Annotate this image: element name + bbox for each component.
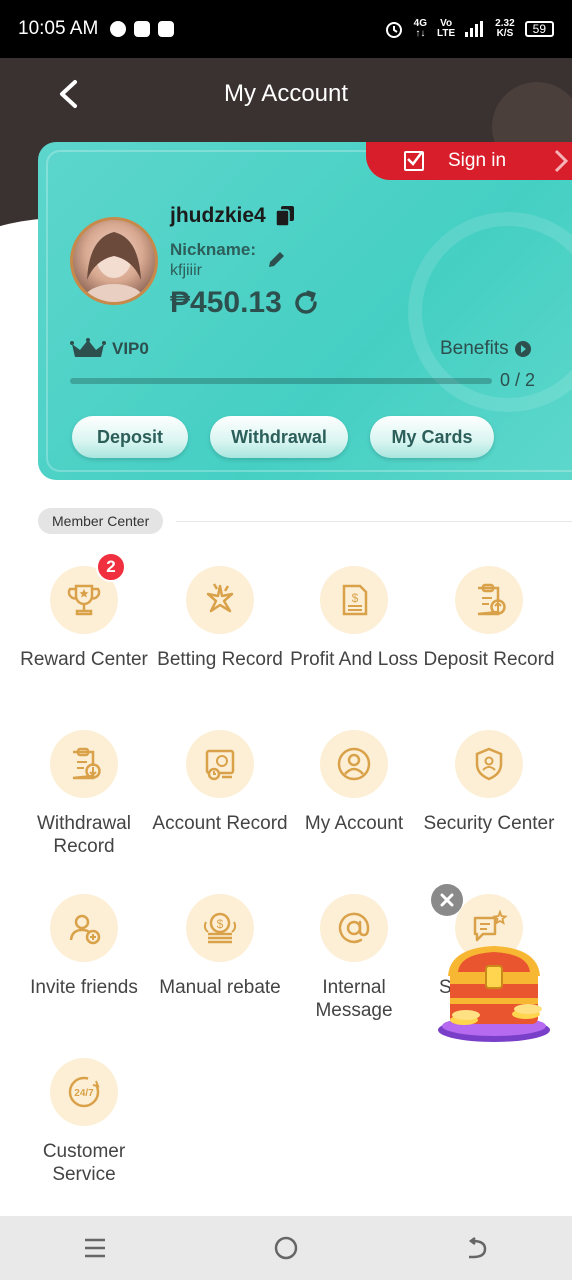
home-circle-icon bbox=[274, 1236, 298, 1260]
vip-label: VIP0 bbox=[112, 339, 149, 358]
menu-item-label: Internal Message bbox=[315, 977, 393, 1021]
menu-item-label: Customer Service bbox=[42, 1141, 126, 1185]
refresh-icon[interactable] bbox=[292, 289, 320, 317]
arrow-circle-right-icon bbox=[514, 341, 531, 357]
benefits-link[interactable]: Benefits bbox=[440, 338, 531, 360]
my-cards-button[interactable]: My Cards bbox=[370, 416, 494, 458]
network-4g: 4G ↑↓ bbox=[413, 18, 428, 39]
menu-item-reward-center[interactable]: 2 Reward Center bbox=[16, 552, 152, 671]
account-record-icon bbox=[186, 730, 254, 798]
menu-item-customer-service[interactable]: 24/7 Customer Service bbox=[16, 1058, 152, 1186]
menu-icon bbox=[85, 1238, 106, 1258]
nickname-value: kfjiiir bbox=[170, 262, 202, 279]
vip-progress-text: 0 / 2 bbox=[500, 370, 536, 390]
menu-button[interactable] bbox=[75, 1228, 115, 1268]
network-speed: 2.32 K/S bbox=[495, 18, 515, 39]
chevron-right-icon bbox=[554, 149, 568, 173]
menu-item-label: Withdrawal Record bbox=[37, 813, 131, 857]
menu-item-security-center[interactable]: Security Center bbox=[421, 730, 557, 835]
svg-text:$: $ bbox=[217, 917, 224, 931]
withdraw-clipboard-icon bbox=[50, 730, 118, 798]
username-text: jhudzkie4 bbox=[170, 204, 266, 227]
menu-item-label: Profit And Loss bbox=[290, 649, 418, 670]
status-time: 10:05 AM bbox=[18, 18, 99, 39]
app-icon bbox=[134, 21, 151, 37]
menu-item-invite-friends[interactable]: Invite friends bbox=[16, 894, 152, 999]
deposit-button[interactable]: Deposit bbox=[72, 416, 188, 458]
gallery-icon bbox=[158, 21, 175, 37]
menu-item-withdrawal-record[interactable]: Withdrawal Record bbox=[16, 730, 152, 858]
copy-icon[interactable] bbox=[275, 206, 294, 226]
menu-item-label: Betting Record bbox=[157, 649, 283, 670]
at-sign-icon bbox=[320, 894, 388, 962]
close-icon bbox=[440, 893, 454, 907]
nickname-label: Nickname: bbox=[170, 240, 256, 259]
treasure-chest-promo[interactable] bbox=[436, 940, 552, 1044]
deposit-clipboard-icon bbox=[455, 566, 523, 634]
member-center-divider bbox=[176, 521, 572, 522]
menu-item-profit-and-loss[interactable]: $ Profit And Loss bbox=[286, 566, 422, 671]
svg-text:24/7: 24/7 bbox=[74, 1088, 94, 1099]
menu-item-manual-rebate[interactable]: $ Manual rebate bbox=[152, 894, 288, 999]
menu-item-deposit-record[interactable]: Deposit Record bbox=[421, 566, 557, 671]
balance-value: ₱450.13 bbox=[170, 286, 282, 319]
sign-in-button[interactable]: Sign in bbox=[366, 142, 572, 180]
betting-icon bbox=[186, 566, 254, 634]
signal-icon bbox=[465, 21, 484, 37]
status-bar: 10:05 AM 4G ↑↓ Vo LTE 2.32 K/S 59 bbox=[0, 0, 572, 58]
menu-item-internal-message[interactable]: Internal Message bbox=[286, 894, 422, 1022]
treasure-chest-icon bbox=[438, 946, 550, 1042]
svg-text:$: $ bbox=[352, 591, 359, 605]
coins-icon: $ bbox=[186, 894, 254, 962]
messenger-icon bbox=[110, 21, 127, 37]
edit-pencil-icon[interactable] bbox=[266, 250, 286, 270]
invite-user-icon bbox=[50, 894, 118, 962]
notification-badge: 2 bbox=[96, 552, 126, 582]
vip-level: VIP0 bbox=[70, 338, 149, 360]
page-title: My Account bbox=[223, 80, 349, 107]
crown-icon bbox=[70, 338, 106, 357]
menu-item-label: Reward Center bbox=[20, 649, 148, 670]
member-center-title: Member Center bbox=[38, 508, 164, 534]
menu-item-label: My Account bbox=[304, 813, 404, 834]
menu-item-label: Invite friends bbox=[30, 977, 138, 998]
home-button[interactable] bbox=[266, 1228, 306, 1268]
shield-icon bbox=[455, 730, 523, 798]
menu-item-label: Manual rebate bbox=[159, 977, 281, 998]
service-24-7-icon: 24/7 bbox=[50, 1058, 118, 1126]
menu-item-label: Account Record bbox=[152, 813, 288, 834]
close-promo-button[interactable] bbox=[431, 884, 463, 916]
menu-item-account-record[interactable]: Account Record bbox=[152, 730, 288, 835]
balance: ₱450.13 bbox=[170, 286, 320, 320]
checkbox-icon bbox=[404, 151, 424, 171]
withdrawal-button[interactable]: Withdrawal bbox=[210, 416, 348, 458]
trophy-icon: 2 bbox=[50, 552, 126, 634]
menu-item-betting-record[interactable]: Betting Record bbox=[152, 566, 288, 671]
receipt-icon: $ bbox=[320, 566, 388, 634]
sign-in-label: Sign in bbox=[448, 150, 507, 171]
user-circle-icon bbox=[320, 730, 388, 798]
back-nav-button[interactable] bbox=[457, 1228, 497, 1268]
benefits-label: Benefits bbox=[440, 338, 509, 359]
username: jhudzkie4 bbox=[170, 204, 294, 228]
alarm-icon bbox=[385, 22, 402, 38]
menu-item-label: Security Center bbox=[423, 813, 555, 834]
account-card: Sign in jhudzkie4 Nickname: kfjiiir ₱450… bbox=[38, 142, 572, 480]
battery-indicator: 59 bbox=[524, 21, 554, 37]
menu-item-my-account[interactable]: My Account bbox=[286, 730, 422, 835]
back-arrow-icon bbox=[468, 1237, 486, 1259]
avatar[interactable] bbox=[70, 217, 158, 305]
vip-progress-bar bbox=[70, 378, 492, 384]
menu-item-label: Deposit Record bbox=[423, 649, 555, 670]
network-volte: Vo LTE bbox=[437, 18, 456, 39]
system-nav-bar bbox=[0, 1216, 572, 1280]
